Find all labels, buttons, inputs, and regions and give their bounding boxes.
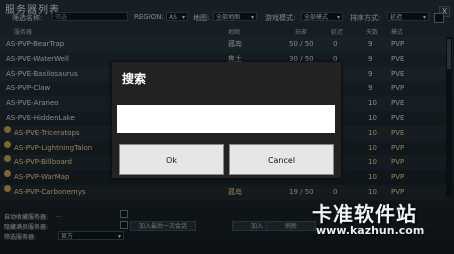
ok-button[interactable]: Ok: [119, 144, 224, 175]
watermark-url: www.kazhun.com: [316, 224, 425, 237]
cancel-button[interactable]: Cancel: [229, 144, 334, 175]
search-input[interactable]: [117, 105, 335, 133]
search-dialog: 搜索 Ok Cancel: [112, 62, 341, 178]
watermark-text: 卡准软件站: [312, 202, 417, 226]
dialog-title: 搜索: [122, 72, 147, 86]
